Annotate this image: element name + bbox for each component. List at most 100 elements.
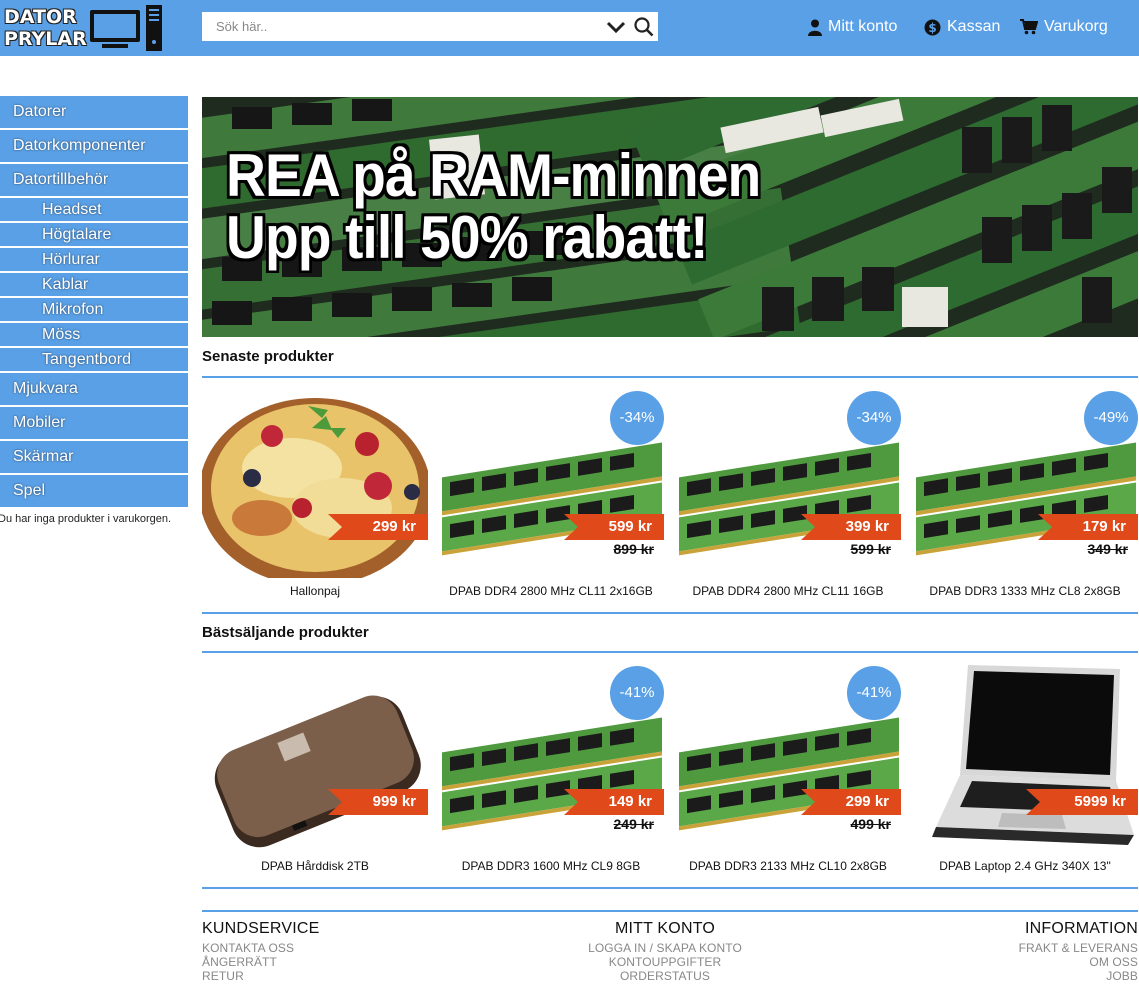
divider — [202, 910, 1138, 912]
product-name[interactable]: DPAB DDR3 2133 MHz CL10 2x8GB — [665, 859, 911, 873]
price-tag: 399 kr — [801, 514, 901, 540]
sidebar-item-mjukvara[interactable]: Mjukvara — [0, 373, 188, 405]
footer-link-about[interactable]: OM OSS — [938, 955, 1138, 969]
divider — [202, 612, 1138, 614]
sidebar-item-spel[interactable]: Spel — [0, 475, 188, 507]
product-name[interactable]: DPAB DDR3 1333 MHz CL8 2x8GB — [902, 584, 1139, 598]
discount-badge: -34% — [610, 391, 664, 445]
old-price: 899 kr — [613, 541, 654, 557]
cart-empty-message: Du har inga produkter i varukorgen. — [0, 513, 172, 525]
footer-information: INFORMATION FRAKT & LEVERANS OM OSS JOBB — [938, 920, 1138, 983]
checkout-label: Kassan — [947, 18, 1001, 35]
old-price: 599 kr — [850, 541, 891, 557]
discount-badge: -49% — [1084, 391, 1138, 445]
product-name[interactable]: DPAB Hårddisk 2TB — [192, 859, 438, 873]
product-name[interactable]: DPAB DDR4 2800 MHz CL11 2x16GB — [428, 584, 674, 598]
price-value: 999 kr — [372, 793, 416, 810]
price-tag: 299 kr — [328, 514, 428, 540]
computer-icon — [90, 5, 162, 51]
my-account-label: Mitt konto — [828, 18, 898, 35]
site-header: DATOR PRYLAR Mitt konto $ Kassan Varukor… — [0, 0, 1139, 56]
product-card[interactable]: -41% 149 kr 249 kr DPAB DDR3 1600 MHz CL9 8… — [438, 663, 664, 873]
discount-badge: -41% — [847, 666, 901, 720]
latest-products-title: Senaste produkter — [202, 348, 334, 365]
footer-link-withdrawal[interactable]: ÅNGERRÄTT — [202, 955, 320, 969]
footer-link-login[interactable]: LOGGA IN / SKAPA KONTO — [565, 941, 765, 955]
price-tag: 179 kr — [1038, 514, 1138, 540]
dollar-icon: $ — [924, 19, 941, 35]
sidebar-item-datorer[interactable]: Datorer — [0, 96, 188, 128]
product-name[interactable]: DPAB DDR4 2800 MHz CL11 16GB — [665, 584, 911, 598]
banner-headline: REA på RAM-minnen Upp till 50% rabatt! — [226, 142, 761, 271]
product-card[interactable]: 5999 kr DPAB Laptop 2.4 GHz 340X 13" — [912, 663, 1138, 873]
footer-link-returns[interactable]: RETUR — [202, 969, 320, 983]
product-card[interactable]: -49% 179 kr 349 kr DPAB DDR3 1333 MHz CL8 2… — [912, 388, 1138, 598]
discount-badge: -34% — [847, 391, 901, 445]
divider — [202, 376, 1138, 378]
cart-icon — [1020, 19, 1038, 35]
cart-label: Varukorg — [1044, 18, 1108, 35]
category-sidebar: Datorer Datorkomponenter Datortillbehör … — [0, 96, 188, 509]
promo-banner[interactable]: REA på RAM-minnen Upp till 50% rabatt! — [202, 97, 1138, 337]
product-card[interactable]: -41% 299 kr 499 kr DPAB DDR3 2133 MHz CL10 … — [675, 663, 901, 873]
footer-link-shipping[interactable]: FRAKT & LEVERANS — [938, 941, 1138, 955]
footer-my-account: MITT KONTO LOGGA IN / SKAPA KONTO KONTOU… — [565, 920, 765, 983]
product-card[interactable]: 299 kr Hallonpaj — [202, 388, 428, 598]
product-card[interactable]: -34% 599 kr 899 kr DPAB DDR4 2800 MHz CL11 … — [438, 388, 664, 598]
product-name[interactable]: DPAB Laptop 2.4 GHz 340X 13" — [902, 859, 1139, 873]
sidebar-item-skarmar[interactable]: Skärmar — [0, 441, 188, 473]
price-value: 299 kr — [372, 518, 416, 535]
footer-link-jobs[interactable]: JOBB — [938, 969, 1138, 983]
product-card[interactable]: 999 kr DPAB Hårddisk 2TB — [202, 663, 428, 873]
product-name[interactable]: DPAB DDR3 1600 MHz CL9 8GB — [428, 859, 674, 873]
price-value: 5999 kr — [1074, 793, 1126, 810]
search-input[interactable] — [202, 12, 602, 41]
cart-link[interactable]: Varukorg — [1020, 16, 1108, 38]
footer-link-account-details[interactable]: KONTOUPPGIFTER — [565, 955, 765, 969]
logo-line2: PRYLAR — [4, 28, 87, 50]
product-name[interactable]: Hallonpaj — [192, 584, 438, 598]
site-logo[interactable]: DATOR PRYLAR — [4, 4, 166, 52]
price-value: 179 kr — [1082, 518, 1126, 535]
sidebar-subitem-headset[interactable]: Headset — [0, 198, 188, 221]
banner-line2: Upp till 50% rabatt! — [226, 204, 708, 271]
old-price: 499 kr — [850, 816, 891, 832]
divider — [202, 887, 1138, 889]
old-price: 349 kr — [1087, 541, 1128, 557]
sidebar-subitem-tangentbord[interactable]: Tangentbord — [0, 348, 188, 371]
logo-line1: DATOR — [4, 6, 77, 28]
footer-link-contact[interactable]: KONTAKTA OSS — [202, 941, 320, 955]
sidebar-subitem-mikrofon[interactable]: Mikrofon — [0, 298, 188, 321]
sidebar-subitem-horlurar[interactable]: Hörlurar — [0, 248, 188, 271]
price-value: 399 kr — [845, 518, 889, 535]
price-tag: 299 kr — [801, 789, 901, 815]
footer-heading: MITT KONTO — [614, 920, 716, 937]
price-value: 599 kr — [608, 518, 652, 535]
product-image[interactable] — [202, 388, 428, 578]
footer-link-order-status[interactable]: ORDERSTATUS — [565, 969, 765, 983]
search-bar — [202, 12, 658, 41]
sidebar-subitem-hogtalare[interactable]: Högtalare — [0, 223, 188, 246]
product-image[interactable] — [912, 663, 1138, 853]
my-account-link[interactable]: Mitt konto — [808, 16, 897, 38]
logo-text: DATOR PRYLAR — [4, 6, 87, 50]
price-tag: 5999 kr — [1026, 789, 1138, 815]
sidebar-subitem-kablar[interactable]: Kablar — [0, 273, 188, 296]
sidebar-item-datortillbehor[interactable]: Datortillbehör — [0, 164, 188, 196]
product-card[interactable]: -34% 399 kr 599 kr DPAB DDR4 2800 MHz CL11 … — [675, 388, 901, 598]
checkout-link[interactable]: $ Kassan — [924, 16, 1000, 38]
user-icon — [808, 19, 822, 36]
product-image[interactable] — [202, 663, 428, 853]
price-value: 299 kr — [845, 793, 889, 810]
footer-customer-service: KUNDSERVICE KONTAKTA OSS ÅNGERRÄTT RETUR — [202, 920, 320, 983]
chevron-down-icon[interactable] — [605, 17, 627, 37]
sidebar-subitem-moss[interactable]: Möss — [0, 323, 188, 346]
divider — [202, 651, 1138, 653]
price-tag: 599 kr — [564, 514, 664, 540]
sidebar-item-mobiler[interactable]: Mobiler — [0, 407, 188, 439]
banner-line1: REA på RAM-minnen — [226, 142, 761, 209]
search-icon[interactable] — [633, 16, 655, 38]
discount-badge: -41% — [610, 666, 664, 720]
footer-heading: INFORMATION — [1024, 920, 1138, 937]
sidebar-item-datorkomponenter[interactable]: Datorkomponenter — [0, 130, 188, 162]
